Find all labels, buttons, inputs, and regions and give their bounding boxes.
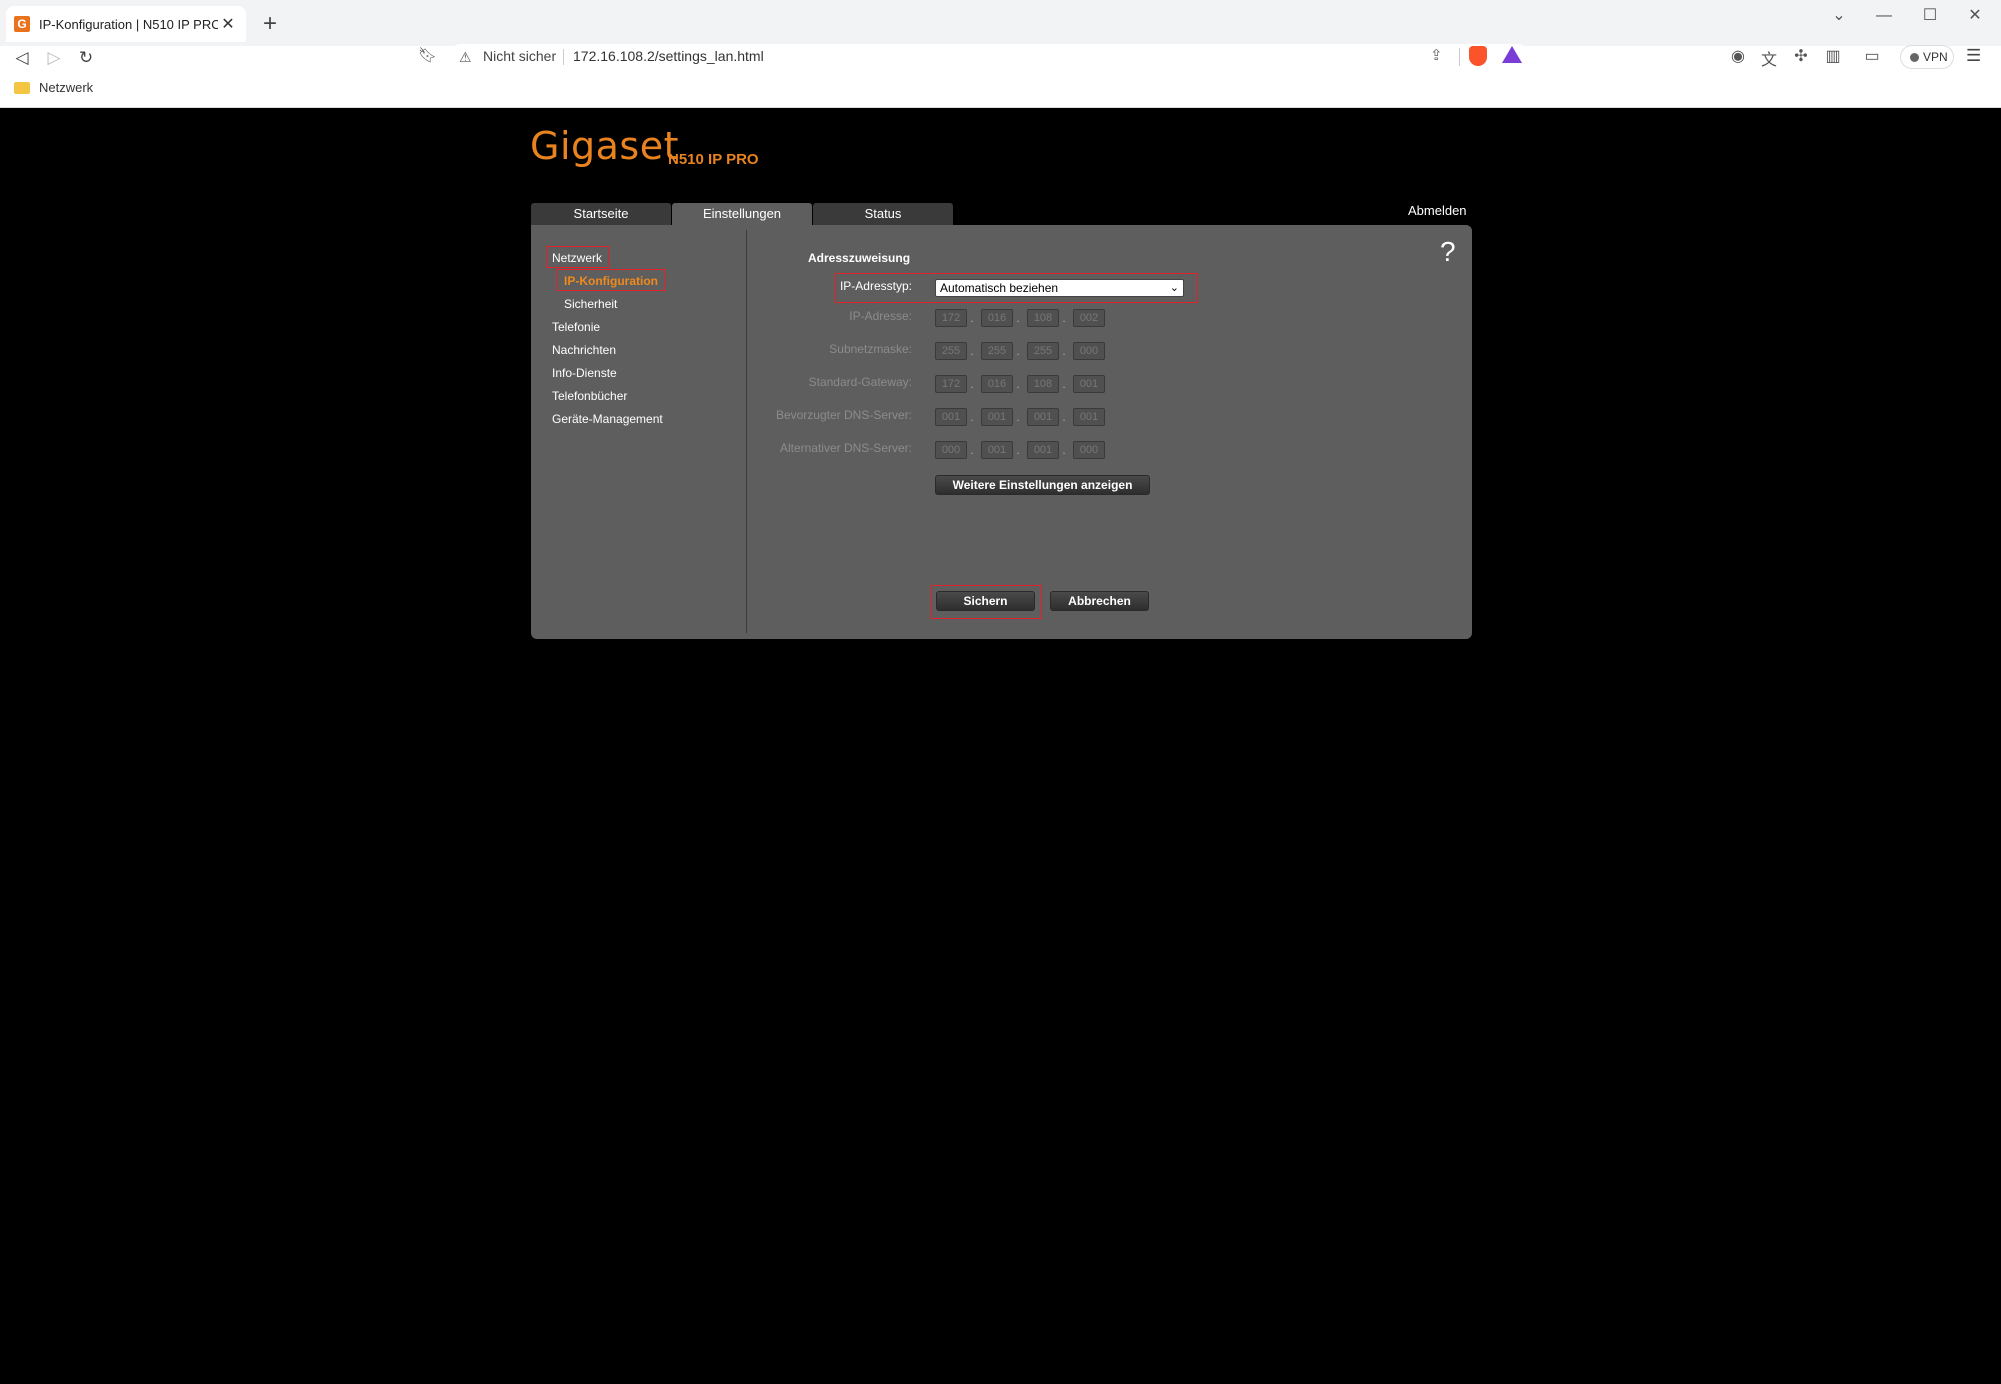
octet-separator: . [1016, 344, 1020, 358]
sidebar-item-info-dienste[interactable]: Info-Dienste [552, 366, 617, 380]
octet-separator: . [970, 443, 974, 457]
browser-chrome: G IP-Konfiguration | N510 IP PRO ✕ + ⌄ —… [0, 0, 2001, 108]
folder-icon [14, 82, 30, 94]
preferred-dns-octet-4: 001 [1073, 408, 1105, 426]
subnet-mask-octet-4: 000 [1073, 342, 1105, 360]
gateway-octet-3: 108 [1027, 375, 1059, 393]
new-tab-icon[interactable]: + [256, 10, 284, 38]
ip-address-octet-3: 108 [1027, 309, 1059, 327]
sidebar-item-sicherheit[interactable]: Sicherheit [564, 297, 617, 311]
octet-separator: . [970, 377, 974, 391]
gateway-octet-1: 172 [935, 375, 967, 393]
minimize-icon[interactable]: — [1864, 4, 1904, 28]
sidebar-item-ip-konfiguration[interactable]: IP-Konfiguration [564, 274, 658, 288]
vpn-status-icon [1910, 53, 1919, 62]
maximize-icon[interactable]: ☐ [1910, 4, 1950, 28]
ip-type-label: IP-Adresstyp: [839, 279, 912, 293]
octet-separator: . [1062, 344, 1066, 358]
tab-status[interactable]: Status [813, 203, 953, 225]
ip-address-octet-2: 016 [981, 309, 1013, 327]
tab-strip [0, 0, 2001, 46]
ip-type-select[interactable]: Automatisch beziehen ⌄ [935, 279, 1184, 297]
sidebar-item-netzwerk[interactable]: Netzwerk [552, 251, 602, 265]
tab-startseite[interactable]: Startseite [531, 203, 671, 225]
octet-separator: . [1062, 410, 1066, 424]
wallet-icon[interactable]: ▭ [1861, 46, 1883, 66]
divider [563, 49, 564, 65]
sidebar-item-geraete-management[interactable]: Geräte-Management [552, 412, 663, 426]
alternate-dns-octet-4: 000 [1073, 441, 1105, 459]
ip-address-octet-1: 172 [935, 309, 967, 327]
ip-type-value: Automatisch beziehen [940, 281, 1059, 295]
sidebar-icon[interactable]: ▥ [1822, 46, 1844, 66]
section-title: Adresszuweisung [808, 251, 911, 265]
forward-icon[interactable]: ▷ [40, 44, 68, 72]
octet-separator: . [1016, 377, 1020, 391]
menu-icon[interactable]: ☰ [1966, 46, 1981, 66]
alternate-dns-octet-3: 001 [1027, 441, 1059, 459]
divider [1459, 48, 1460, 66]
logout-link[interactable]: Abmelden [1408, 203, 1467, 218]
model-name: N510 IP PRO [668, 151, 759, 168]
preferred-dns-octet-1: 001 [935, 408, 967, 426]
close-tab-icon[interactable]: ✕ [218, 14, 238, 34]
save-button[interactable]: Sichern [936, 591, 1035, 611]
bookmark-folder-netzwerk[interactable]: Netzwerk [39, 80, 93, 95]
octet-separator: . [1016, 311, 1020, 325]
alternate-dns-octet-2: 001 [981, 441, 1013, 459]
tab-einstellungen[interactable]: Einstellungen [672, 203, 812, 227]
octet-separator: . [970, 344, 974, 358]
octet-separator: . [970, 410, 974, 424]
octet-separator: . [1062, 311, 1066, 325]
octet-separator: . [1062, 377, 1066, 391]
chevron-down-icon: ⌄ [1169, 282, 1179, 294]
ip-address-octet-4: 002 [1073, 309, 1105, 327]
subnet-mask-octet-2: 255 [981, 342, 1013, 360]
gateway-octet-2: 016 [981, 375, 1013, 393]
preferred-dns-label: Bevorzugter DNS-Server: [775, 408, 912, 422]
octet-separator: . [1016, 410, 1020, 424]
octet-separator: . [970, 311, 974, 325]
extensions-puzzle-icon[interactable]: ✣ [1790, 46, 1812, 66]
url-text[interactable]: 172.16.108.2/settings_lan.html [573, 48, 764, 64]
sidebar-item-nachrichten[interactable]: Nachrichten [552, 343, 616, 357]
gigaset-favicon-icon: G [14, 16, 30, 32]
octet-separator: . [1062, 443, 1066, 457]
preferred-dns-octet-3: 001 [1027, 408, 1059, 426]
subnet-mask-label: Subnetzmaske: [829, 342, 912, 356]
gateway-label: Standard-Gateway: [808, 375, 912, 389]
preferred-dns-octet-2: 001 [981, 408, 1013, 426]
share-icon[interactable]: ⇪ [1430, 46, 1443, 64]
tab-search-chevron-icon[interactable]: ⌄ [1819, 4, 1859, 28]
alternate-dns-label: Alternativer DNS-Server: [779, 441, 912, 455]
back-icon[interactable]: ◁ [8, 44, 36, 72]
subnet-mask-octet-1: 255 [935, 342, 967, 360]
octet-separator: . [1016, 443, 1020, 457]
security-status[interactable]: Nicht sicher [483, 48, 556, 64]
warning-icon[interactable]: ⚠ [459, 49, 472, 66]
close-window-icon[interactable]: ✕ [1955, 4, 1995, 28]
gigaset-logo: Gigaset [530, 124, 679, 168]
cancel-button[interactable]: Abbrechen [1050, 591, 1149, 611]
more-settings-button[interactable]: Weitere Einstellungen anzeigen [935, 475, 1150, 495]
browser-tab[interactable]: G IP-Konfiguration | N510 IP PRO ✕ [6, 6, 246, 42]
tab-title: IP-Konfiguration | N510 IP PRO [39, 16, 218, 32]
wallet-extension-icon[interactable]: ◉ [1727, 46, 1749, 66]
vpn-label: VPN [1923, 50, 1948, 64]
brave-shields-icon[interactable] [1469, 46, 1487, 66]
translate-icon[interactable]: 文 [1758, 46, 1780, 70]
subnet-mask-octet-3: 255 [1027, 342, 1059, 360]
reload-icon[interactable]: ↻ [72, 44, 100, 72]
sidebar-item-telefonie[interactable]: Telefonie [552, 320, 600, 334]
sidebar-item-telefonbuecher[interactable]: Telefonbücher [552, 389, 627, 403]
gateway-octet-4: 001 [1073, 375, 1105, 393]
ip-address-label: IP-Adresse: [849, 309, 912, 323]
vpn-button[interactable]: VPN [1900, 45, 1954, 69]
alternate-dns-octet-1: 000 [935, 441, 967, 459]
bookmark-icon[interactable]: 🔖︎ [418, 46, 437, 64]
brave-rewards-icon[interactable] [1502, 46, 1522, 63]
help-icon[interactable]: ? [1440, 236, 1456, 268]
